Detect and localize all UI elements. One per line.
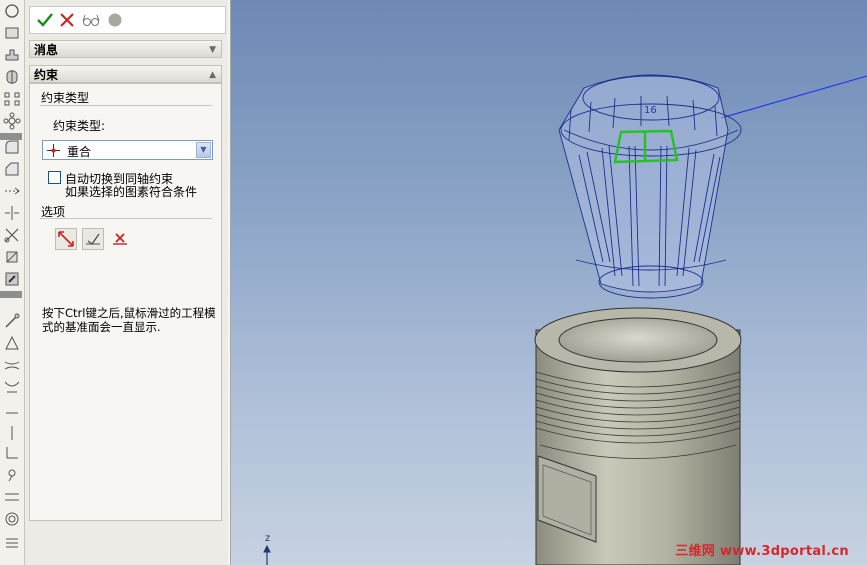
dropdown-arrow-icon[interactable]: ▼ xyxy=(196,142,211,158)
loft-icon[interactable] xyxy=(3,378,21,396)
align-icon xyxy=(86,233,100,245)
move-icon[interactable] xyxy=(3,112,21,130)
vertical-line-icon[interactable] xyxy=(3,424,21,442)
message-section-title: 消息 xyxy=(34,43,59,57)
chevron-down-icon[interactable]: ▼ xyxy=(209,41,216,59)
chamfer-icon[interactable] xyxy=(3,160,21,178)
flip-alignment-button[interactable] xyxy=(55,228,77,250)
divider xyxy=(40,218,212,219)
extrude-icon[interactable] xyxy=(3,46,21,64)
sweep-icon[interactable] xyxy=(3,356,21,374)
view-triad xyxy=(263,544,271,565)
list-icon[interactable] xyxy=(3,534,21,552)
constraint-type-value: 重合 xyxy=(67,145,92,159)
parallel-icon[interactable] xyxy=(3,488,21,506)
help-text: 按下Ctrl键之后,鼠标滑过的工程模式的基准面会一直显示. xyxy=(42,306,216,334)
divider xyxy=(40,105,212,106)
constraint-type-select[interactable]: 重合 ▼ xyxy=(42,140,213,160)
point-icon[interactable] xyxy=(3,466,21,484)
3d-viewport[interactable]: 16 z 三维网 www.3dportal.cn xyxy=(231,0,867,565)
auto-switch-checkbox[interactable] xyxy=(48,171,61,184)
holder-body xyxy=(534,307,742,565)
fillet-icon[interactable] xyxy=(3,138,21,156)
preview-glasses-icon[interactable] xyxy=(82,11,100,29)
cad-model-scene[interactable]: 16 xyxy=(231,0,867,565)
coincident-icon xyxy=(47,144,60,157)
align-option-button[interactable] xyxy=(82,228,104,250)
auto-switch-sublabel: 如果选择的图素符合条件 xyxy=(65,185,198,199)
constraint-section-body: 约束类型 约束类型: 重合 ▼ 自动切换到同轴约束 如果选择的图素符合条件 选项… xyxy=(29,83,222,521)
scroll-icon[interactable] xyxy=(3,270,21,288)
rectangle-icon[interactable] xyxy=(3,24,21,42)
message-section-header[interactable]: 消息 ▼ xyxy=(29,40,222,58)
split-icon[interactable] xyxy=(3,204,21,222)
convert-icon[interactable] xyxy=(3,248,21,266)
chevron-up-icon[interactable]: ▲ xyxy=(209,66,216,84)
cancel-x-icon[interactable] xyxy=(58,11,76,29)
plane-icon[interactable] xyxy=(3,334,21,352)
pattern-icon[interactable] xyxy=(3,90,21,108)
remove-constraint-button[interactable] xyxy=(109,228,131,250)
vertical-toolbar xyxy=(0,0,25,565)
constraint-type-label: 约束类型: xyxy=(53,119,106,133)
circle-icon[interactable] xyxy=(3,2,21,20)
revolve-icon[interactable] xyxy=(3,68,21,86)
concentric-icon[interactable] xyxy=(3,510,21,528)
property-manager: 消息 ▼ 约束 ▲ 约束类型 约束类型: 重合 ▼ 自动切换到同轴约束 如果选择… xyxy=(25,0,228,565)
delete-constraint-icon xyxy=(113,233,127,245)
flip-icon xyxy=(58,231,74,247)
dimension-icon[interactable] xyxy=(3,182,21,200)
trim-icon[interactable] xyxy=(3,226,21,244)
constraint-section-title: 约束 xyxy=(34,68,59,82)
toolbar-separator xyxy=(0,291,22,298)
constraint-type-group-label: 约束类型 xyxy=(41,91,90,105)
confirm-bar xyxy=(29,6,226,34)
line-icon[interactable] xyxy=(3,404,21,422)
constraint-section-header[interactable]: 约束 ▲ xyxy=(29,65,222,83)
dimension-label: 16 xyxy=(644,105,657,116)
ok-check-icon[interactable] xyxy=(36,11,54,29)
sketch-line-icon[interactable] xyxy=(3,312,21,330)
help-circle-icon[interactable] xyxy=(106,11,124,29)
corner-icon[interactable] xyxy=(3,444,21,462)
z-axis-label: z xyxy=(265,533,271,544)
watermark: 三维网 www.3dportal.cn xyxy=(675,544,849,559)
